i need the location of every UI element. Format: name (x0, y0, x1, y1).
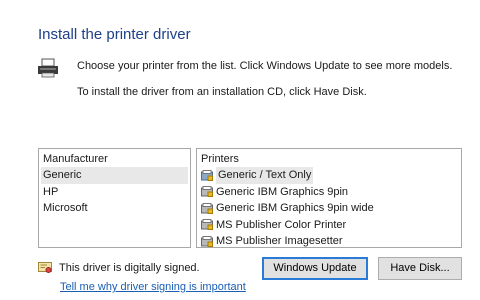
printer-item-label: MS Publisher Imagesetter (216, 235, 343, 247)
printer-driver-icon (201, 235, 213, 247)
printer-driver-icon (201, 186, 213, 198)
have-disk-button[interactable]: Have Disk... (378, 257, 462, 280)
certificate-icon (38, 262, 52, 273)
page-title: Install the printer driver (38, 26, 191, 43)
driver-signing-link[interactable]: Tell me why driver signing is important (60, 281, 246, 293)
printer-driver-icon (201, 202, 213, 214)
manufacturer-item-generic[interactable]: Generic (41, 167, 188, 184)
printer-item[interactable]: MS Publisher Color Printer (199, 217, 459, 234)
printer-item[interactable]: Generic / Text Only (199, 167, 459, 184)
printer-item-label: Generic IBM Graphics 9pin wide (216, 202, 374, 214)
printer-item[interactable]: Generic IBM Graphics 9pin wide (199, 200, 459, 217)
manufacturer-item-hp[interactable]: HP (41, 184, 188, 201)
instruction-text-2: To install the driver from an installati… (77, 86, 367, 98)
printer-item-label: Generic / Text Only (216, 167, 314, 184)
printer-driver-icon (201, 219, 213, 231)
printers-list[interactable]: Printers Generic / Text Only Generic IBM… (196, 148, 462, 248)
printer-item-label: MS Publisher Color Printer (216, 218, 347, 231)
printer-icon (38, 58, 58, 78)
printer-driver-icon (201, 169, 213, 181)
manufacturer-item-microsoft[interactable]: Microsoft (41, 200, 188, 217)
printer-item[interactable]: Generic IBM Graphics 9pin (199, 184, 459, 201)
instruction-text-1: Choose your printer from the list. Click… (77, 60, 453, 72)
printers-header: Printers (201, 153, 239, 165)
signed-status-text: This driver is digitally signed. (59, 262, 200, 274)
manufacturer-list[interactable]: Manufacturer Generic HP Microsoft (38, 148, 191, 248)
windows-update-button[interactable]: Windows Update (262, 257, 368, 280)
printer-item[interactable]: MS Publisher Imagesetter (199, 233, 459, 250)
printer-item-label: Generic IBM Graphics 9pin (216, 185, 349, 198)
manufacturer-header: Manufacturer (43, 153, 108, 165)
